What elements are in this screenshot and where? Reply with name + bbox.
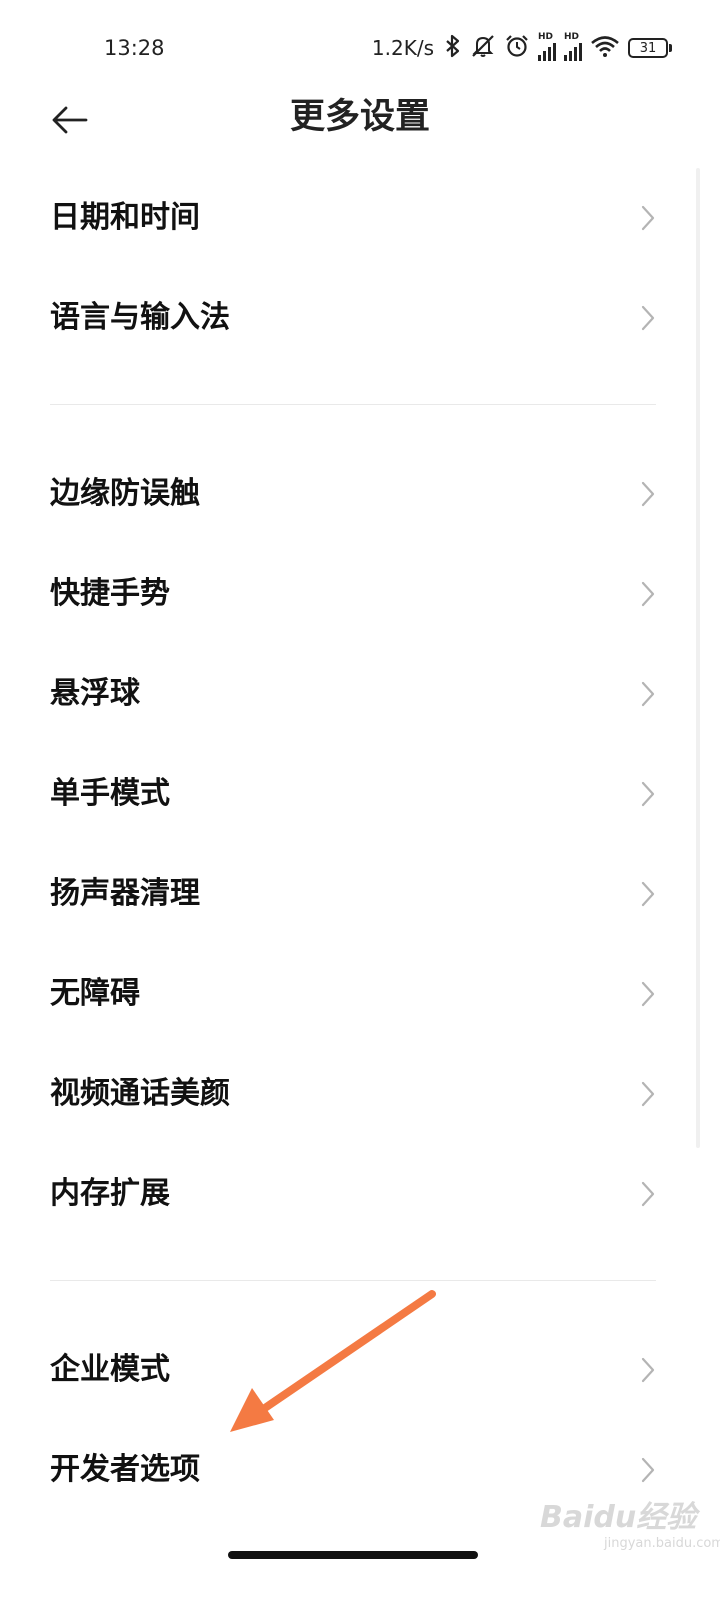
- settings-item-label: 无障碍: [50, 976, 140, 1011]
- settings-list: 日期和时间 语言与输入法 边缘防误触 快捷手势 悬浮球 单手模式 扬声器清理 无…: [0, 168, 720, 1520]
- home-indicator[interactable]: [228, 1551, 478, 1559]
- signal-icon: HD: [538, 32, 556, 61]
- settings-item-label: 边缘防误触: [50, 476, 200, 511]
- settings-item-floating-ball[interactable]: 悬浮球: [0, 644, 720, 744]
- alarm-icon: [504, 33, 530, 63]
- settings-item-memory-extension[interactable]: 内存扩展: [0, 1144, 720, 1244]
- chevron-right-icon: [640, 1456, 656, 1484]
- chevron-right-icon: [640, 480, 656, 508]
- status-time: 13:28: [104, 36, 165, 60]
- chevron-right-icon: [640, 1356, 656, 1384]
- wifi-icon: [590, 34, 620, 62]
- chevron-right-icon: [640, 780, 656, 808]
- chevron-right-icon: [640, 580, 656, 608]
- settings-item-date-time[interactable]: 日期和时间: [0, 168, 720, 268]
- settings-item-label: 开发者选项: [50, 1452, 200, 1487]
- settings-item-label: 语言与输入法: [50, 300, 230, 335]
- settings-item-label: 悬浮球: [50, 676, 140, 711]
- chevron-right-icon: [640, 204, 656, 232]
- settings-item-language-input[interactable]: 语言与输入法: [0, 268, 720, 368]
- chevron-right-icon: [640, 680, 656, 708]
- network-speed: 1.2K/s: [371, 36, 434, 60]
- settings-item-one-handed-mode[interactable]: 单手模式: [0, 744, 720, 844]
- settings-item-video-call-beauty[interactable]: 视频通话美颜: [0, 1044, 720, 1144]
- settings-item-quick-gestures[interactable]: 快捷手势: [0, 544, 720, 644]
- battery-level: 31: [639, 40, 657, 56]
- signal-icon: HD: [564, 32, 582, 61]
- watermark-url: jingyan.baidu.com: [604, 1536, 720, 1551]
- chevron-right-icon: [640, 880, 656, 908]
- status-bar: 13:28 1.2K/s HD HD 31: [0, 0, 720, 96]
- chevron-right-icon: [640, 1180, 656, 1208]
- chevron-right-icon: [640, 304, 656, 332]
- baidu-watermark-logo: Baidu经验: [540, 1500, 697, 1535]
- settings-item-accessibility[interactable]: 无障碍: [0, 944, 720, 1044]
- settings-item-enterprise-mode[interactable]: 企业模式: [0, 1320, 720, 1420]
- settings-item-label: 企业模式: [50, 1352, 170, 1387]
- settings-item-label: 快捷手势: [50, 576, 170, 611]
- settings-item-label: 日期和时间: [50, 200, 200, 235]
- status-icons: 1.2K/s HD HD 31: [371, 32, 672, 63]
- settings-item-label: 单手模式: [50, 776, 170, 811]
- settings-item-label: 视频通话美颜: [50, 1076, 230, 1111]
- settings-item-label: 扬声器清理: [50, 876, 200, 911]
- page-title: 更多设置: [289, 97, 430, 137]
- battery-icon: 31: [628, 38, 672, 58]
- mute-icon: [470, 33, 496, 63]
- page-header: 更多设置: [0, 96, 720, 156]
- bluetooth-icon: [444, 34, 462, 62]
- chevron-right-icon: [640, 1080, 656, 1108]
- chevron-right-icon: [640, 980, 656, 1008]
- settings-item-speaker-cleaning[interactable]: 扬声器清理: [0, 844, 720, 944]
- settings-item-edge-protection[interactable]: 边缘防误触: [0, 444, 720, 544]
- settings-item-label: 内存扩展: [50, 1176, 170, 1211]
